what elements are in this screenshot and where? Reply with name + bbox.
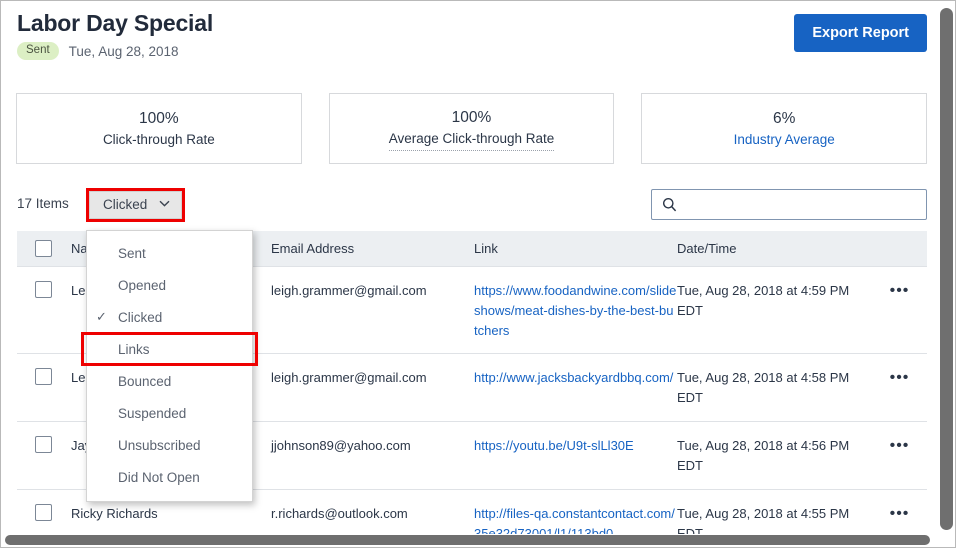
more-options-icon[interactable]: ••• [890,437,910,454]
dropdown-item-suspended[interactable]: Suspended [87,397,252,429]
page-header: Labor Day Special Sent Tue, Aug 28, 2018 [17,9,927,60]
dropdown-item-label: Unsubscribed [118,437,201,453]
row-link[interactable]: https://www.foodandwine.com/slideshows/m… [474,283,676,338]
row-actions-cell: ••• [872,504,927,524]
column-header-link[interactable]: Link [474,241,677,256]
row-actions-cell: ••• [872,436,927,456]
item-count-label: 17 Items [17,196,69,211]
filter-dropdown-button[interactable]: Clicked [89,191,183,219]
sent-date: Tue, Aug 28, 2018 [68,43,179,59]
row-select-cell [17,281,71,298]
horizontal-scrollbar[interactable] [2,534,938,546]
more-options-icon[interactable]: ••• [890,282,910,299]
cell-email: leigh.grammer@gmail.com [271,370,427,385]
more-options-icon[interactable]: ••• [890,369,910,386]
row-actions-cell: ••• [872,368,927,388]
column-header-datetime[interactable]: Date/Time [677,241,872,256]
dropdown-item-clicked[interactable]: ✓ Clicked [87,301,252,333]
row-actions-cell: ••• [872,281,927,301]
dropdown-item-opened[interactable]: Opened [87,269,252,301]
row-checkbox[interactable] [35,281,52,298]
search-icon [662,197,677,212]
chevron-down-icon [159,200,170,210]
row-link[interactable]: http://www.jacksbackyardbbq.com/ [474,370,673,385]
dropdown-item-unsubscribed[interactable]: Unsubscribed [87,429,252,461]
column-header-email[interactable]: Email Address [271,241,474,256]
cell-link: https://youtu.be/U9t-slLl30E [474,436,677,456]
filter-bar: 17 Items Clicked [17,188,927,222]
dropdown-item-label: Links [118,341,150,357]
filter-dropdown-menu: Sent Opened ✓ Clicked Links Bounced Susp… [81,230,258,502]
status-badge: Sent [17,42,59,60]
search-box[interactable] [651,189,927,220]
row-checkbox[interactable] [35,504,52,521]
stat-label-tooltip[interactable]: Average Click-through Rate [388,129,555,151]
row-checkbox[interactable] [35,368,52,385]
cell-datetime: Tue, Aug 28, 2018 at 4:58 PM EDT [677,370,850,405]
horizontal-scrollbar-thumb[interactable] [5,535,930,545]
row-select-cell [17,436,71,453]
filter-dropdown-highlight: Clicked [86,188,186,222]
dropdown-item-bounced[interactable]: Bounced [87,365,252,397]
cell-link: https://www.foodandwine.com/slideshows/m… [474,281,677,341]
campaign-report-page: Labor Day Special Sent Tue, Aug 28, 2018… [1,1,939,539]
stat-card-industry-average: 6% Industry Average [641,93,928,164]
export-report-button[interactable]: Export Report [794,14,927,52]
select-all-cell [17,240,71,257]
stat-card-average-click-through-rate: 100% Average Click-through Rate [328,93,615,164]
stat-value: 100% [139,109,179,127]
vertical-scrollbar-thumb[interactable] [940,8,953,530]
cell-name: Ricky Richards [71,506,158,521]
stat-label: Click-through Rate [102,131,215,147]
search-input[interactable] [677,197,926,212]
dropdown-item-label: Suspended [118,405,187,421]
page-title: Labor Day Special [17,10,214,36]
cell-datetime: Tue, Aug 28, 2018 at 4:59 PM EDT [677,283,850,318]
cell-email: leigh.grammer@gmail.com [271,283,427,298]
stat-card-click-through-rate: 100% Click-through Rate [16,93,302,164]
browser-window: Labor Day Special Sent Tue, Aug 28, 2018… [0,0,956,548]
dropdown-item-label: Clicked [118,309,163,325]
row-select-cell [17,504,71,521]
dropdown-item-did-not-open[interactable]: Did Not Open [87,461,252,493]
vertical-scrollbar[interactable] [938,2,954,538]
row-checkbox[interactable] [35,436,52,453]
cell-email: jjohnson89@yahoo.com [271,438,411,453]
row-select-cell [17,368,71,385]
cell-email: r.richards@outlook.com [271,506,408,521]
dropdown-item-label: Bounced [118,373,172,389]
cell-link: http://www.jacksbackyardbbq.com/ [474,368,677,388]
check-icon: ✓ [96,309,107,324]
select-all-checkbox[interactable] [35,240,52,257]
stat-value: 6% [772,109,796,127]
more-options-icon[interactable]: ••• [890,505,910,522]
stat-value: 100% [451,108,492,126]
dropdown-item-label: Sent [118,245,146,261]
dropdown-item-links[interactable]: Links [81,332,258,366]
cell-datetime: Tue, Aug 28, 2018 at 4:56 PM EDT [677,438,850,473]
page-subline: Sent Tue, Aug 28, 2018 [17,42,927,60]
industry-average-link[interactable]: Industry Average [734,130,835,150]
row-link[interactable]: https://youtu.be/U9t-slLl30E [474,438,634,453]
dropdown-item-label: Did Not Open [118,469,200,485]
dropdown-item-sent[interactable]: Sent [87,237,252,269]
stats-row: 100% Click-through Rate 100% Average Cli… [16,93,928,164]
dropdown-item-label: Opened [118,277,167,293]
filter-dropdown-label: Clicked [103,197,148,212]
